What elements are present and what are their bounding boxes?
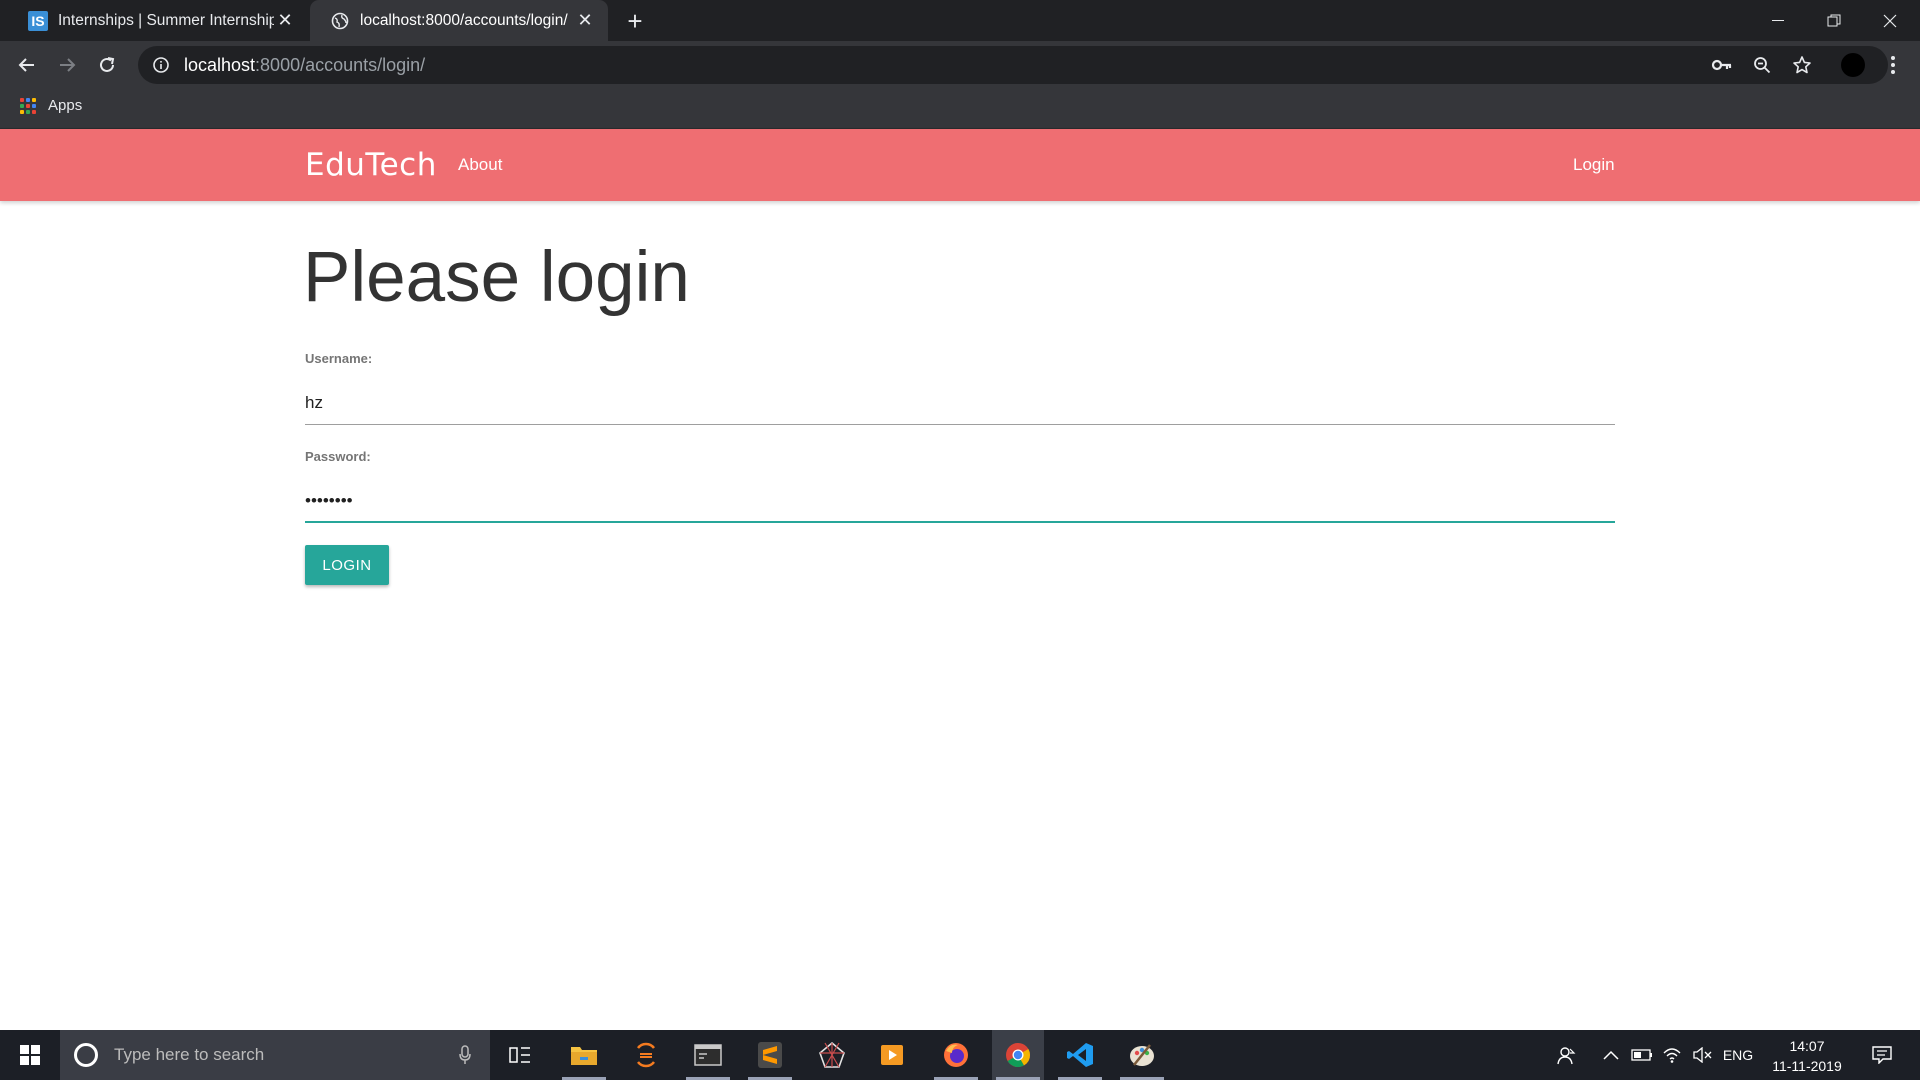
- apps-shortcut[interactable]: Apps: [20, 97, 82, 114]
- tab-title: Internships | Summer Internship |: [58, 11, 274, 29]
- password-field[interactable]: ••••••••: [305, 479, 1615, 523]
- clock-time: 14:07: [1789, 1038, 1825, 1054]
- internshala-favicon-icon: IS: [28, 10, 48, 31]
- spider-app-icon[interactable]: [806, 1030, 858, 1080]
- reload-icon[interactable]: [91, 49, 123, 81]
- username-label: Username:: [305, 351, 373, 366]
- chevron-up-icon[interactable]: [1598, 1030, 1624, 1080]
- paint-icon[interactable]: [1116, 1030, 1168, 1080]
- tab-login[interactable]: localhost:8000/accounts/login/ ✕: [310, 0, 608, 41]
- url-text: localhost:8000/accounts/login/: [184, 55, 425, 76]
- taskbar-clock[interactable]: 14:07 11-11-2019: [1764, 1036, 1850, 1076]
- search-placeholder: Type here to search: [114, 1045, 265, 1064]
- url-path: :8000/accounts/login/: [255, 54, 426, 75]
- task-view-icon[interactable]: [494, 1030, 546, 1080]
- notification-icon[interactable]: [1864, 1030, 1900, 1080]
- nav-login-link[interactable]: Login: [1573, 129, 1615, 201]
- windows-taskbar: Type here to search ENG 14:07 11-11-2019: [0, 1030, 1920, 1080]
- profile-avatar[interactable]: [1838, 50, 1868, 80]
- password-label: Password:: [305, 449, 371, 464]
- brand-logo[interactable]: EduTech: [305, 137, 437, 193]
- sublime-text-icon[interactable]: [744, 1030, 796, 1080]
- taskbar-search-input[interactable]: Type here to search: [60, 1030, 490, 1080]
- back-arrow-icon[interactable]: [11, 49, 43, 81]
- vscode-icon[interactable]: [1054, 1030, 1106, 1080]
- globe-icon: [330, 11, 350, 31]
- volume-muted-icon[interactable]: [1688, 1030, 1716, 1080]
- windows-start-icon[interactable]: [0, 1030, 60, 1080]
- address-bar[interactable]: localhost:8000/accounts/login/: [138, 46, 1888, 84]
- browser-toolbar: localhost:8000/accounts/login/: [0, 41, 1920, 89]
- tab-close-icon[interactable]: ✕: [274, 10, 296, 32]
- apps-grid-icon: [20, 97, 36, 114]
- cortana-icon: [74, 1043, 98, 1067]
- battery-icon[interactable]: [1628, 1030, 1656, 1080]
- web-page: EduTech About Login Please login Usernam…: [0, 129, 1920, 1030]
- key-icon[interactable]: [1707, 50, 1737, 80]
- tab-close-icon[interactable]: ✕: [574, 10, 596, 32]
- login-button[interactable]: LOGIN: [305, 545, 389, 585]
- forward-arrow-icon[interactable]: [51, 49, 83, 81]
- new-tab-button[interactable]: +: [620, 6, 650, 36]
- zoom-icon[interactable]: [1747, 50, 1777, 80]
- media-player-icon[interactable]: [866, 1030, 918, 1080]
- terminal-icon[interactable]: [682, 1030, 734, 1080]
- firefox-icon[interactable]: [930, 1030, 982, 1080]
- tab-title: localhost:8000/accounts/login/: [360, 11, 568, 29]
- tab-internships[interactable]: IS Internships | Summer Internship | ✕: [8, 0, 308, 41]
- file-explorer-icon[interactable]: [558, 1030, 610, 1080]
- chrome-icon[interactable]: [992, 1030, 1044, 1080]
- site-info-icon[interactable]: [152, 56, 170, 74]
- wifi-icon[interactable]: [1658, 1030, 1686, 1080]
- nav-about-link[interactable]: About: [458, 129, 502, 201]
- bookmarks-bar: Apps: [0, 89, 1920, 129]
- site-navbar: EduTech About Login: [0, 129, 1920, 201]
- close-window-icon[interactable]: [1862, 0, 1918, 41]
- minimize-icon[interactable]: [1750, 0, 1806, 41]
- menu-kebab-icon[interactable]: [1878, 50, 1908, 80]
- url-host: localhost: [184, 54, 256, 75]
- restore-icon[interactable]: [1806, 0, 1862, 41]
- username-field[interactable]: [305, 381, 1615, 425]
- browser-tabstrip: IS Internships | Summer Internship | ✕ l…: [0, 0, 1920, 41]
- page-title: Please login: [303, 238, 690, 317]
- clock-date: 11-11-2019: [1772, 1058, 1842, 1074]
- microphone-icon[interactable]: [450, 1045, 480, 1065]
- eclipse-icon[interactable]: [620, 1030, 672, 1080]
- apps-label: Apps: [48, 97, 83, 114]
- language-indicator[interactable]: ENG: [1718, 1030, 1758, 1080]
- people-icon[interactable]: [1552, 1030, 1582, 1080]
- bookmark-star-icon[interactable]: [1787, 50, 1817, 80]
